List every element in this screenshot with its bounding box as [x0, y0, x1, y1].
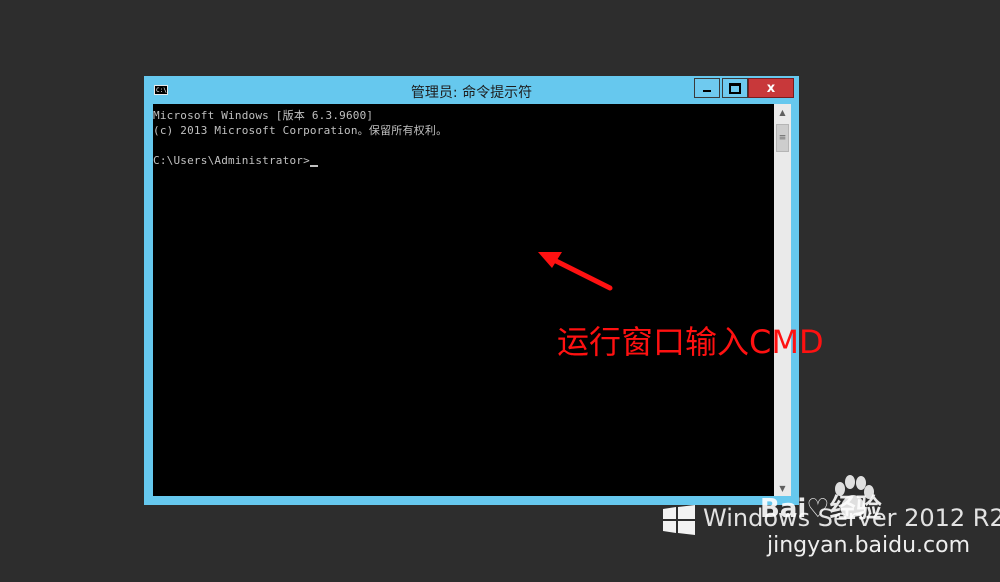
close-button[interactable]: x [748, 78, 794, 98]
minimize-icon [703, 90, 711, 92]
scroll-thumb[interactable]: ≡ [776, 124, 789, 152]
console-line-copyright: (c) 2013 Microsoft Corporation。保留所有权利。 [153, 124, 448, 137]
close-icon: x [766, 80, 776, 96]
scroll-up-button[interactable]: ▲ [774, 104, 791, 120]
command-prompt-line[interactable]: C:\Users\Administrator> [153, 154, 318, 168]
minimize-button[interactable] [694, 78, 720, 98]
command-prompt: C:\Users\Administrator> [153, 154, 310, 167]
annotation-label: 运行窗口输入CMD [557, 323, 824, 361]
grip-icon: ≡ [778, 133, 787, 143]
console-line-version: Microsoft Windows [版本 6.3.9600] [153, 109, 374, 122]
vertical-scrollbar[interactable]: ▲ ≡ ▼ [774, 104, 791, 496]
console-output[interactable]: Microsoft Windows [版本 6.3.9600] (c) 2013… [153, 104, 774, 496]
cmd-window[interactable]: C:\ 管理员: 命令提示符 x Microsoft Windows [版本 6… [144, 76, 799, 505]
scroll-up-arrow-icon: ▲ [779, 107, 786, 117]
watermark-url: jingyan.baidu.com [767, 533, 971, 558]
annotation-arrow-icon [538, 252, 613, 291]
windows-logo-icon [663, 505, 695, 535]
maximize-icon [729, 82, 741, 94]
title-bar[interactable]: C:\ 管理员: 命令提示符 x [144, 76, 799, 103]
watermark-brand: Bai♡经验 [760, 494, 882, 524]
maximize-button[interactable] [722, 78, 748, 98]
text-cursor [309, 165, 318, 167]
